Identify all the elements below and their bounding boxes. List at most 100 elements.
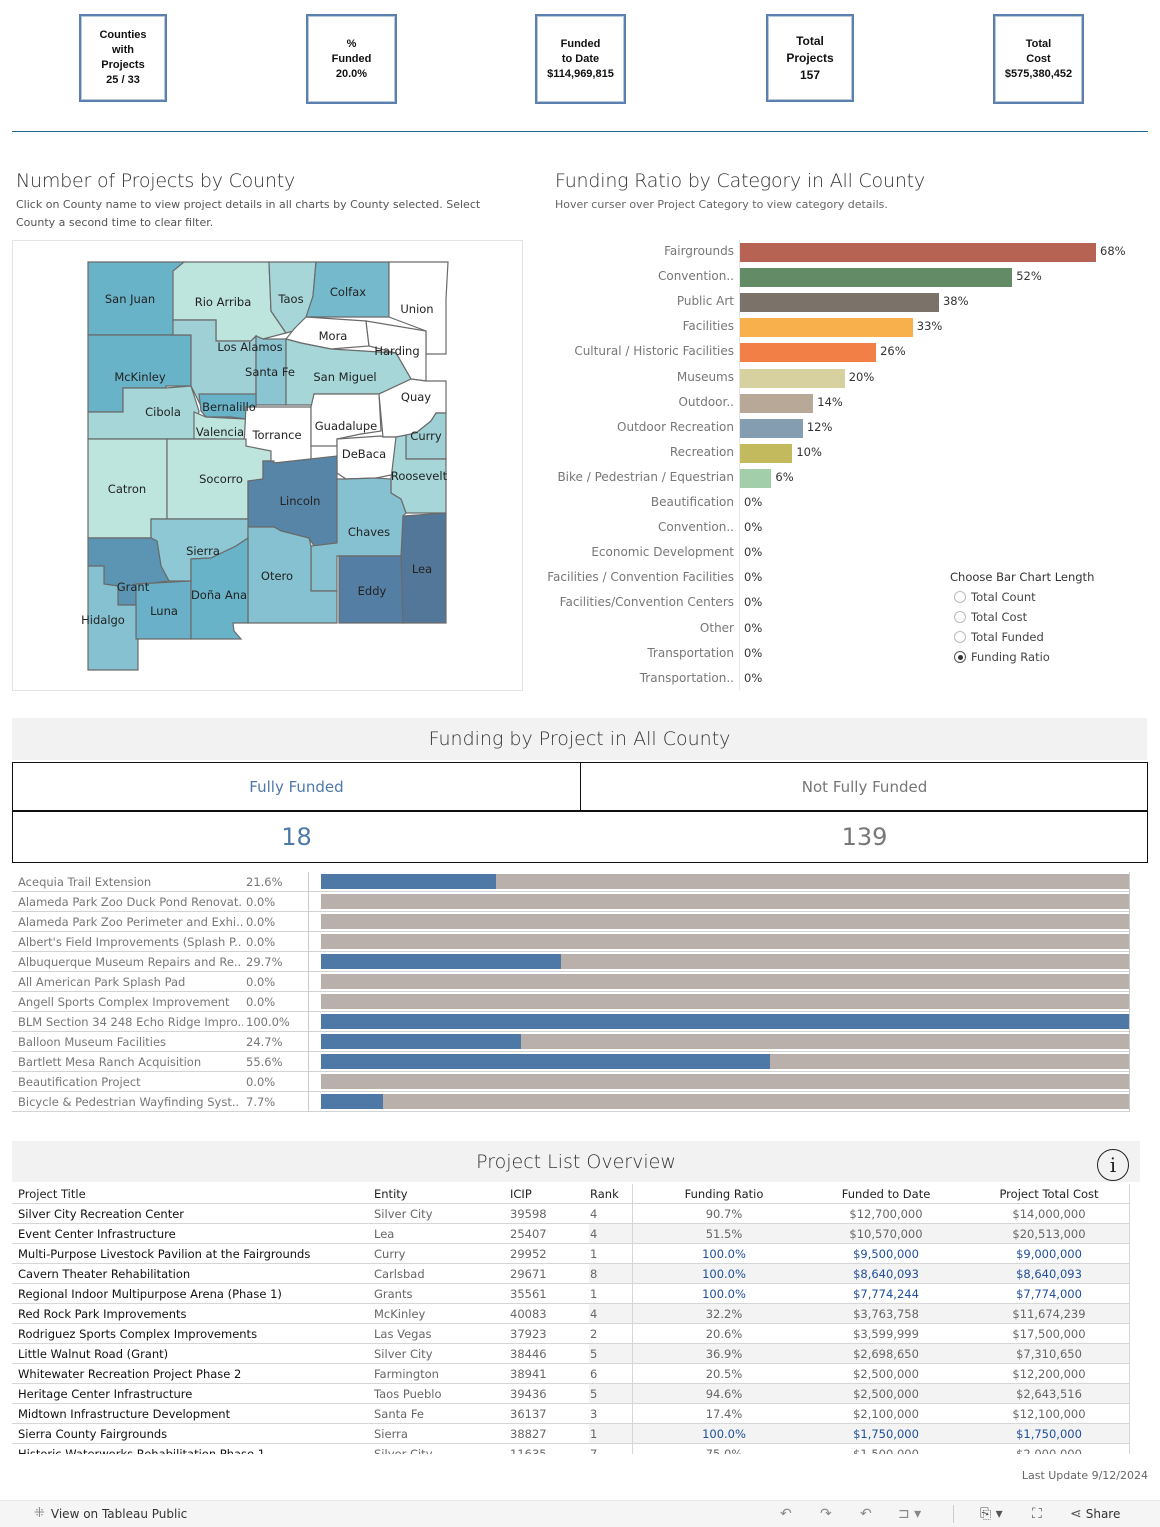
category-label[interactable]: Outdoor Recreation [617,420,734,434]
table-row[interactable]: Sierra County Fairgrounds Sierra 38827 1 100… [12,1424,1130,1444]
category-row[interactable]: Public Art 38% [550,290,1150,315]
revert-button[interactable]: ↶ [860,1506,872,1522]
radio-button-icon[interactable] [954,611,966,623]
project-bar-row[interactable]: Bicycle & Pedestrian Wayfinding Syst.. 7.… [12,1092,1130,1112]
category-bar[interactable] [740,318,913,338]
category-bar[interactable] [740,368,845,388]
county-region[interactable] [135,580,192,640]
category-row[interactable]: Cultural / Historic Facilities 26% [550,340,1150,365]
project-remaining-bar[interactable] [321,894,1129,909]
project-bar-row[interactable]: Bartlett Mesa Ranch Acquisition 55.6% [12,1052,1130,1072]
category-row[interactable]: Beautification 0% [550,491,1150,516]
category-label[interactable]: Bike / Pedestrian / Equestrian [557,470,734,484]
radio-total-funded[interactable]: Total Funded [950,627,1094,647]
county-region[interactable] [336,435,397,480]
project-remaining-bar[interactable] [321,914,1129,929]
project-remaining-bar[interactable] [321,1094,1129,1109]
info-icon[interactable]: i [1097,1149,1129,1181]
category-label[interactable]: Recreation [670,445,734,459]
category-label[interactable]: Beautification [651,495,734,509]
column-header[interactable]: Project Total Cost [968,1187,1130,1201]
fully-funded-header[interactable]: Fully Funded [13,763,580,810]
redo-button[interactable]: ↷ [820,1506,832,1522]
category-label[interactable]: Transportation [647,646,734,660]
table-row[interactable]: Event Center Infrastructure Lea 25407 4 51.5… [12,1224,1130,1244]
category-row[interactable]: Transportation.. 0% [550,667,1150,692]
not-fully-funded-header[interactable]: Not Fully Funded [581,763,1148,810]
radio-button-icon[interactable] [954,631,966,643]
project-funded-bar[interactable] [321,1034,521,1049]
category-row[interactable]: Museums 20% [550,366,1150,391]
project-remaining-bar[interactable] [321,874,1129,889]
category-row[interactable]: Outdoor.. 14% [550,391,1150,416]
project-bar-row[interactable]: Alameda Park Zoo Duck Pond Renovat.. 0.0% [12,892,1130,912]
category-bar[interactable] [740,418,803,438]
county-map[interactable]: San Juan Rio Arriba Taos Colfax Union McKinle… [12,240,523,691]
category-row[interactable]: Convention.. 52% [550,265,1150,290]
column-header[interactable]: Project Title [18,1187,86,1201]
category-row[interactable]: Convention.. 0% [550,516,1150,541]
category-row[interactable]: Outdoor Recreation 12% [550,416,1150,441]
category-label[interactable]: Convention.. [658,269,734,283]
radio-funding-ratio[interactable]: Funding Ratio [950,647,1094,667]
column-header[interactable]: Funded to Date [804,1187,968,1201]
radio-button-selected-icon[interactable] [954,651,966,663]
table-scrollbar-edge[interactable] [1129,1184,1130,1454]
undo-button[interactable]: ↶ [780,1506,792,1522]
table-row[interactable]: Rodriguez Sports Complex Improvements Las… [12,1324,1130,1344]
project-remaining-bar[interactable] [321,1034,1129,1049]
category-label[interactable]: Fairgrounds [664,244,734,258]
category-label[interactable]: Facilities [683,319,734,333]
project-remaining-bar[interactable] [321,934,1129,949]
category-bar[interactable] [740,293,939,313]
category-bar[interactable] [740,243,1096,262]
category-bar[interactable] [740,443,793,463]
project-bar-row[interactable]: Albert's Field Improvements (Splash P.. 0… [12,932,1130,952]
column-header[interactable]: ICIP [510,1187,532,1201]
category-label[interactable]: Other [700,621,734,635]
county-region[interactable] [305,261,390,318]
table-row[interactable]: Midtown Infrastructure Development Santa … [12,1404,1130,1424]
category-row[interactable]: Facilities 33% [550,315,1150,340]
project-bar-row[interactable]: Balloon Museum Facilities 24.7% [12,1032,1130,1052]
category-row[interactable]: Economic Development 0% [550,541,1150,566]
table-row[interactable]: Red Rock Park Improvements McKinley 40083 4… [12,1304,1130,1324]
project-remaining-bar[interactable] [321,1054,1129,1069]
category-bar[interactable] [740,393,814,413]
radio-total-cost[interactable]: Total Cost [950,607,1094,627]
category-bar[interactable] [740,468,772,488]
table-row[interactable]: Whitewater Recreation Project Phase 2 Far… [12,1364,1130,1384]
table-row[interactable]: Silver City Recreation Center Silver City… [12,1204,1130,1224]
table-row[interactable]: Little Walnut Road (Grant) Silver City 384… [12,1344,1130,1364]
category-label[interactable]: Cultural / Historic Facilities [574,344,734,358]
project-funded-bar[interactable] [321,954,561,969]
category-label[interactable]: Facilities/Convention Centers [560,595,734,609]
column-header[interactable]: Funding Ratio [644,1187,804,1201]
county-region[interactable] [338,555,404,624]
category-bar[interactable] [740,268,1013,288]
county-region[interactable] [400,512,447,624]
category-label[interactable]: Transportation.. [640,671,734,685]
category-label[interactable]: Economic Development [591,545,734,559]
share-button[interactable]: ⋖ Share [1070,1506,1120,1522]
download-button[interactable]: ⎘ ▾ [980,1506,1003,1522]
view-on-tableau-public-link[interactable]: ⁜ View on Tableau Public [34,1506,187,1521]
category-row[interactable]: Recreation 10% [550,441,1150,466]
project-bar-row[interactable]: Beautification Project 0.0% [12,1072,1130,1092]
table-row[interactable]: Cavern Theater Rehabilitation Carlsbad 296… [12,1264,1130,1284]
category-label[interactable]: Outdoor.. [678,395,734,409]
project-funded-bar[interactable] [321,874,496,889]
category-label[interactable]: Convention.. [658,520,734,534]
project-bar-row[interactable]: Albuquerque Museum Repairs and Re.. 29.7% [12,952,1130,972]
county-map-svg[interactable]: San Juan Rio Arriba Taos ColfaxUnionMcKinle… [13,241,524,692]
project-remaining-bar[interactable] [321,994,1129,1009]
project-bar-row[interactable]: Acequia Trail Extension 21.6% [12,872,1130,892]
project-remaining-bar[interactable] [321,1014,1129,1029]
fullscreen-button[interactable]: ⛶ [1032,1506,1042,1522]
bars-scrollbar-edge[interactable] [1129,872,1130,1112]
table-row[interactable]: Multi-Purpose Livestock Pavilion at the … [12,1244,1130,1264]
category-row[interactable]: Bike / Pedestrian / Equestrian 6% [550,466,1150,491]
table-row[interactable]: Regional Indoor Multipurpose Arena (Phas… [12,1284,1130,1304]
radio-total-count[interactable]: Total Count [950,587,1094,607]
fully-funded-count[interactable]: 18 [13,812,580,862]
